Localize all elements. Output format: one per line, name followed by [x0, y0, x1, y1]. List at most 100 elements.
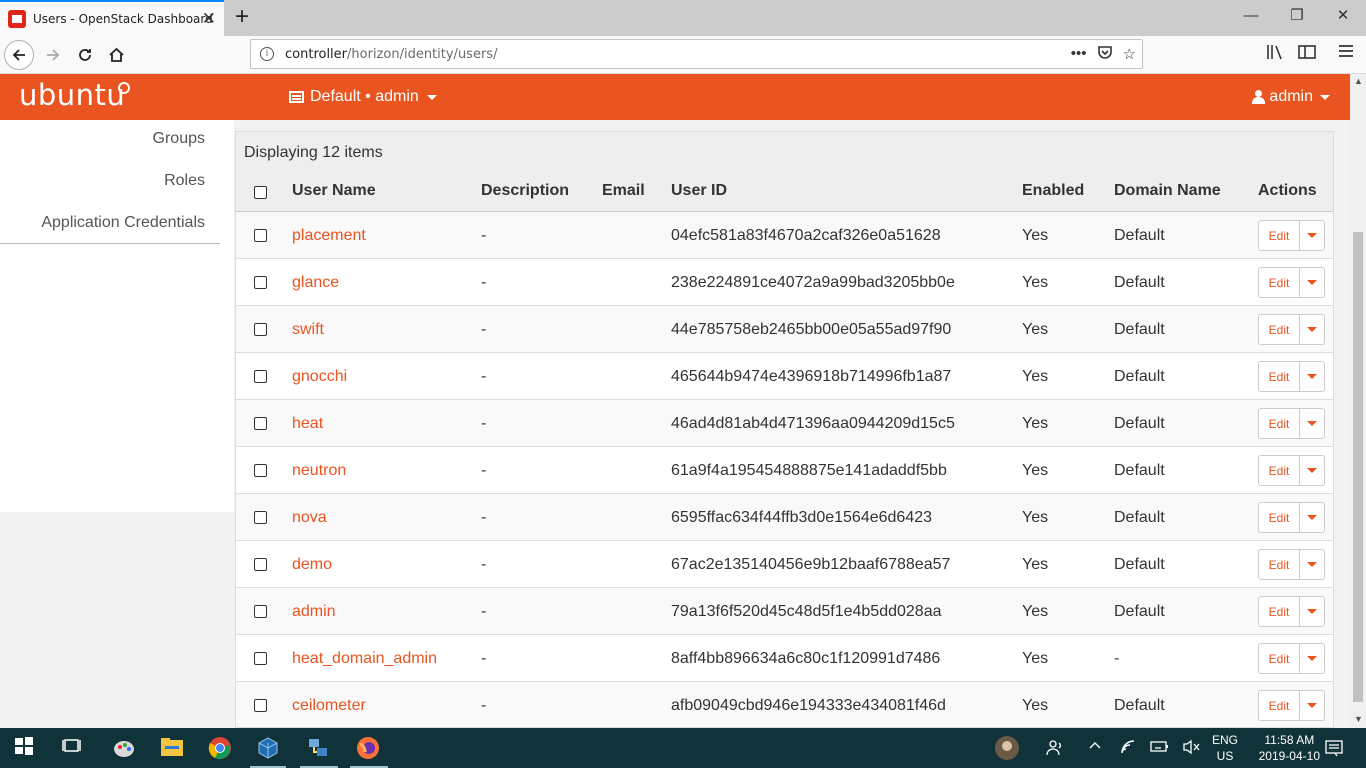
row-checkbox[interactable] [254, 605, 267, 618]
scroll-up-icon[interactable]: ▲ [1354, 76, 1363, 86]
reload-button[interactable] [70, 40, 100, 70]
network-app-icon[interactable] [306, 736, 330, 760]
sidebar-toggle-icon[interactable] [1298, 44, 1316, 65]
actions-dropdown-button[interactable] [1300, 455, 1325, 486]
column-email[interactable]: Email [602, 182, 645, 200]
edit-button[interactable]: Edit [1258, 267, 1300, 298]
sidebar-item-application-credentials[interactable]: Application Credentials [41, 214, 205, 232]
url-bar[interactable]: i controller/horizon/identity/users/ •••… [250, 39, 1143, 69]
row-checkbox[interactable] [254, 417, 267, 430]
column-user-name[interactable]: User Name [292, 182, 376, 200]
column-description[interactable]: Description [481, 182, 569, 200]
forward-button[interactable] [38, 40, 68, 70]
row-checkbox[interactable] [254, 558, 267, 571]
task-view-icon[interactable] [62, 736, 86, 760]
user-name-link[interactable]: demo [292, 556, 332, 574]
row-actions: Edit [1258, 267, 1325, 298]
actions-dropdown-button[interactable] [1300, 643, 1325, 674]
page-actions-icon[interactable]: ••• [1071, 45, 1087, 64]
actions-dropdown-button[interactable] [1300, 220, 1325, 251]
clock-date: 2019-04-10 [1258, 749, 1320, 763]
user-name-link[interactable]: glance [292, 274, 339, 292]
chevron-down-icon [1307, 468, 1317, 473]
wifi-icon[interactable] [1120, 739, 1138, 758]
user-name-link[interactable]: placement [292, 227, 366, 245]
chevron-up-icon[interactable] [1088, 739, 1102, 756]
column-user-id[interactable]: User ID [671, 182, 727, 200]
restore-button[interactable]: ❐ [1274, 0, 1320, 32]
actions-dropdown-button[interactable] [1300, 267, 1325, 298]
tab-close-icon[interactable]: ✕ [202, 9, 216, 29]
actions-dropdown-button[interactable] [1300, 314, 1325, 345]
edit-button[interactable]: Edit [1258, 220, 1300, 251]
battery-icon[interactable] [1150, 739, 1170, 756]
user-name-link[interactable]: heat_domain_admin [292, 650, 437, 668]
firefox-icon[interactable] [356, 736, 380, 760]
row-checkbox[interactable] [254, 511, 267, 524]
user-name-link[interactable]: admin [292, 603, 336, 621]
select-all-checkbox[interactable] [254, 186, 267, 199]
user-name-link[interactable]: gnocchi [292, 368, 347, 386]
edit-button[interactable]: Edit [1258, 596, 1300, 627]
edit-button[interactable]: Edit [1258, 690, 1300, 721]
row-checkbox[interactable] [254, 323, 267, 336]
scroll-thumb[interactable] [1353, 232, 1363, 702]
actions-dropdown-button[interactable] [1300, 549, 1325, 580]
user-domain: Default [1114, 556, 1165, 573]
user-name-link[interactable]: heat [292, 415, 323, 433]
people-icon[interactable] [1046, 739, 1064, 760]
windows-start-icon[interactable] [14, 736, 38, 760]
edit-button[interactable]: Edit [1258, 408, 1300, 439]
actions-dropdown-button[interactable] [1300, 502, 1325, 533]
edit-button[interactable]: Edit [1258, 361, 1300, 392]
project-picker[interactable]: Default • admin [289, 88, 437, 106]
file-explorer-icon[interactable] [160, 736, 184, 760]
new-tab-button[interactable]: + [229, 2, 255, 32]
row-checkbox[interactable] [254, 276, 267, 289]
virtualbox-icon[interactable] [256, 736, 280, 760]
user-name-link[interactable]: swift [292, 321, 324, 339]
close-window-button[interactable]: ✕ [1320, 0, 1366, 32]
sidebar-item-groups[interactable]: Groups [153, 130, 205, 148]
language-indicator[interactable]: ENG US [1212, 732, 1238, 764]
info-icon[interactable]: i [260, 47, 274, 61]
notifications-icon[interactable] [1325, 739, 1343, 760]
edit-button[interactable]: Edit [1258, 549, 1300, 580]
column-enabled[interactable]: Enabled [1022, 182, 1084, 200]
edit-button[interactable]: Edit [1258, 455, 1300, 486]
actions-dropdown-button[interactable] [1300, 408, 1325, 439]
row-checkbox[interactable] [254, 229, 267, 242]
hamburger-menu-icon[interactable] [1338, 44, 1354, 63]
sidebar-item-roles[interactable]: Roles [164, 172, 205, 190]
actions-dropdown-button[interactable] [1300, 361, 1325, 392]
back-button[interactable] [4, 40, 34, 70]
row-checkbox[interactable] [254, 652, 267, 665]
edit-button[interactable]: Edit [1258, 314, 1300, 345]
bookmark-star-icon[interactable]: ☆ [1123, 45, 1136, 64]
system-clock[interactable]: 11:58 AM 2019-04-10 [1259, 732, 1320, 764]
home-button[interactable] [101, 40, 131, 70]
row-checkbox[interactable] [254, 370, 267, 383]
edit-button[interactable]: Edit [1258, 502, 1300, 533]
minimize-button[interactable]: — [1228, 0, 1274, 32]
volume-muted-icon[interactable] [1182, 739, 1200, 758]
actions-dropdown-button[interactable] [1300, 596, 1325, 627]
browser-tab[interactable]: Users - OpenStack Dashboard ✕ [0, 0, 224, 36]
scroll-down-icon[interactable]: ▼ [1354, 714, 1363, 724]
library-icon[interactable] [1266, 44, 1284, 65]
avatar[interactable] [994, 736, 1019, 760]
edit-button[interactable]: Edit [1258, 643, 1300, 674]
row-checkbox[interactable] [254, 464, 267, 477]
ubuntu-logo[interactable]: ubuntu [19, 78, 125, 112]
user-name-link[interactable]: ceilometer [292, 697, 366, 715]
page-scrollbar[interactable]: ▲ ▼ [1350, 74, 1366, 728]
user-name-link[interactable]: nova [292, 509, 327, 527]
row-checkbox[interactable] [254, 699, 267, 712]
user-menu[interactable]: admin [1252, 88, 1330, 106]
pocket-icon[interactable] [1097, 45, 1113, 64]
user-name-link[interactable]: neutron [292, 462, 346, 480]
chrome-icon[interactable] [208, 736, 232, 760]
actions-dropdown-button[interactable] [1300, 690, 1325, 721]
paint-app-icon[interactable] [112, 736, 136, 760]
column-domain-name[interactable]: Domain Name [1114, 182, 1221, 200]
